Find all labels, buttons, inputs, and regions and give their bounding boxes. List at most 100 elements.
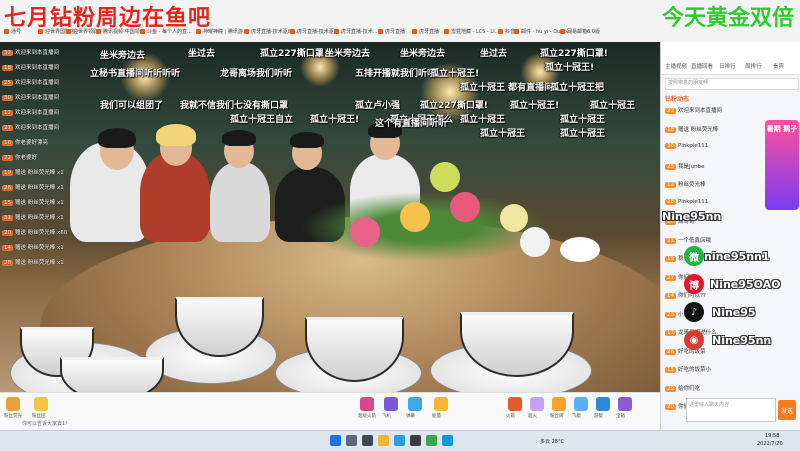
gift-icon[interactable] [618, 397, 632, 411]
watermark-text: Nine95nn [712, 334, 772, 347]
chat-message: 12 粉丝荧光棒 [665, 180, 706, 188]
chat-line: 25 欢迎来到本直播间 [2, 78, 59, 86]
gift-label: 宝箱 [616, 414, 625, 419]
chat-line: 19 赠送 粉丝荧光棒 x1 [2, 168, 64, 176]
bookmark-item[interactable]: 虎牙直播-技术... [334, 28, 378, 35]
danmu-comment: 我们可以组团了 [100, 101, 164, 111]
danmu-comment: 孤立十冠王 都有直播间 [460, 83, 554, 93]
gift-icon[interactable] [434, 397, 448, 411]
chat-line: 15 赠送 粉丝荧光棒 x1 [2, 198, 64, 206]
chat-text: 你老婆好 [15, 155, 38, 161]
level-badge: 18 [2, 65, 13, 71]
search-icon[interactable] [346, 435, 357, 446]
promo-badge[interactable]: 暑期 鹅子 [765, 120, 799, 210]
chat-text: 欢迎来到本直播间 [15, 65, 60, 71]
section-title: 钻粉动态 [665, 96, 690, 103]
tab-item[interactable]: 主播视频 [665, 62, 687, 70]
gift-icon[interactable] [408, 397, 422, 411]
message-text: 给你们吃 [678, 385, 701, 392]
gift-icon[interactable] [360, 397, 374, 411]
browser-icon[interactable] [394, 435, 405, 446]
level-badge: 30 [2, 95, 13, 101]
gift-icon[interactable] [384, 397, 398, 411]
level-badge: 22 [665, 108, 676, 114]
gift-icon[interactable] [508, 397, 522, 411]
chrome-icon[interactable] [426, 435, 437, 446]
chat-text: 赠送 粉丝荧光棒 x1 [15, 185, 64, 191]
level-badge: 19 [2, 170, 13, 176]
danmu-comment: 孤立十冠王! [545, 63, 595, 73]
gift-icon[interactable] [552, 397, 566, 411]
level-badge: 32 [2, 50, 13, 56]
danmu-comment: 孤立十冠王! [430, 69, 480, 79]
chat-message: 29 给你们吃 [665, 384, 700, 392]
sidebar-search[interactable]: 按照带着的朋友啊 [665, 78, 799, 90]
danmu-comment: 坐过去 [188, 49, 216, 59]
chat-text: 你老婆好漂亮 [15, 140, 49, 146]
chat-line: 32 欢迎来到本直播间 [2, 48, 59, 56]
danmu-comment: 坐米旁边去 [100, 51, 146, 61]
gift-icon[interactable] [6, 397, 20, 411]
gift-label: 能量 [432, 414, 441, 419]
app-icon[interactable] [410, 435, 421, 446]
chat-line: 31 赠送 粉丝荧光棒 x1 [2, 213, 64, 221]
bookmark-item[interactable]: 网易邮箱6.0版 [560, 28, 600, 35]
chat-line: 27 欢迎来到本直播间 [2, 123, 59, 131]
chat-text: 欢迎来到本直播间 [15, 110, 60, 116]
gift-icon[interactable] [530, 397, 544, 411]
chat-input[interactable]: 这里输入聊天内容 [686, 398, 776, 422]
status-text: 你可以告诉大家去1! [22, 421, 68, 427]
message-text: 欢迎来到本直播间 [678, 108, 723, 114]
chat-line: 28 赠送 粉丝荧光棒 x1 [2, 258, 64, 266]
tab-item[interactable]: 直播回看 [691, 62, 713, 70]
level-badge: 17 [665, 330, 676, 336]
level-badge: 15 [665, 367, 676, 373]
edge-icon[interactable] [442, 435, 453, 446]
danmu-comment: 立秘书直播间听听听听 [90, 69, 181, 79]
gift-icon[interactable] [574, 397, 588, 411]
level-badge: 26 [665, 348, 676, 355]
bookmark-item[interactable]: 虎牙直播 [412, 28, 439, 35]
chat-text: 欢迎来到本直播间 [15, 95, 60, 101]
level-badge: 27 [2, 125, 13, 131]
gift-icon[interactable] [34, 397, 48, 411]
danmu-comment: 孤立十冠王! [310, 115, 360, 125]
watermark-text: Nine95nn [662, 210, 722, 223]
sidebar-tabs: 主播视频 直播回看 日排行 周排行 贵宾 [661, 42, 800, 75]
gift-label: 火箭 [506, 414, 515, 419]
bookmark-item[interactable]: 雷霆地藏 - LCS - LI... [444, 28, 499, 35]
send-button[interactable]: 发送 [778, 400, 796, 420]
weibo-icon: 博 [684, 274, 704, 294]
chat-line: 30 欢迎来到本直播间 [2, 93, 59, 101]
chat-line: 16 你老婆好漂亮 [2, 138, 48, 146]
tab-item[interactable]: 日排行 [719, 62, 736, 70]
level-badge: 31 [2, 215, 13, 221]
gift-icon[interactable] [596, 397, 610, 411]
danmu-comment: 孤立卢小强 [355, 101, 401, 111]
level-badge: 16 [2, 140, 13, 146]
watermark-text: Nine95 [712, 306, 756, 319]
video-player[interactable] [0, 42, 660, 392]
bookmark-item[interactable]: 虎牙直播 [378, 28, 405, 35]
danmu-comment: 孤立227撕口罩! [260, 49, 328, 59]
windows-start-icon[interactable] [330, 435, 341, 446]
tab-item[interactable]: 周排行 [745, 62, 762, 70]
wechat-icon: 微 [684, 246, 704, 266]
task-view-icon[interactable] [362, 435, 373, 446]
level-badge: 23 [665, 311, 676, 318]
gift-label: 飞机 [382, 414, 391, 419]
message-text: 我是Junbe [678, 163, 705, 170]
file-explorer-icon[interactable] [378, 435, 389, 446]
message-text: 粉丝荧光棒 [678, 182, 706, 188]
bookmark-item[interactable]: 抖音 [498, 28, 515, 35]
level-badge: 28 [2, 260, 13, 266]
level-badge: 14 [2, 245, 13, 251]
gift-label: 粉丝团 [32, 414, 46, 419]
watermark-text: Nine95OAO [710, 278, 781, 291]
chat-line: 18 欢迎来到本直播间 [2, 63, 59, 71]
chat-text: 赠送 粉丝荧光棒 x1 [15, 260, 64, 266]
danmu-comment: 孤立227撕口罩! [420, 101, 488, 111]
level-badge: 21 [665, 237, 676, 244]
level-badge: 30 [665, 143, 676, 149]
tab-item[interactable]: 贵宾 [773, 62, 784, 70]
